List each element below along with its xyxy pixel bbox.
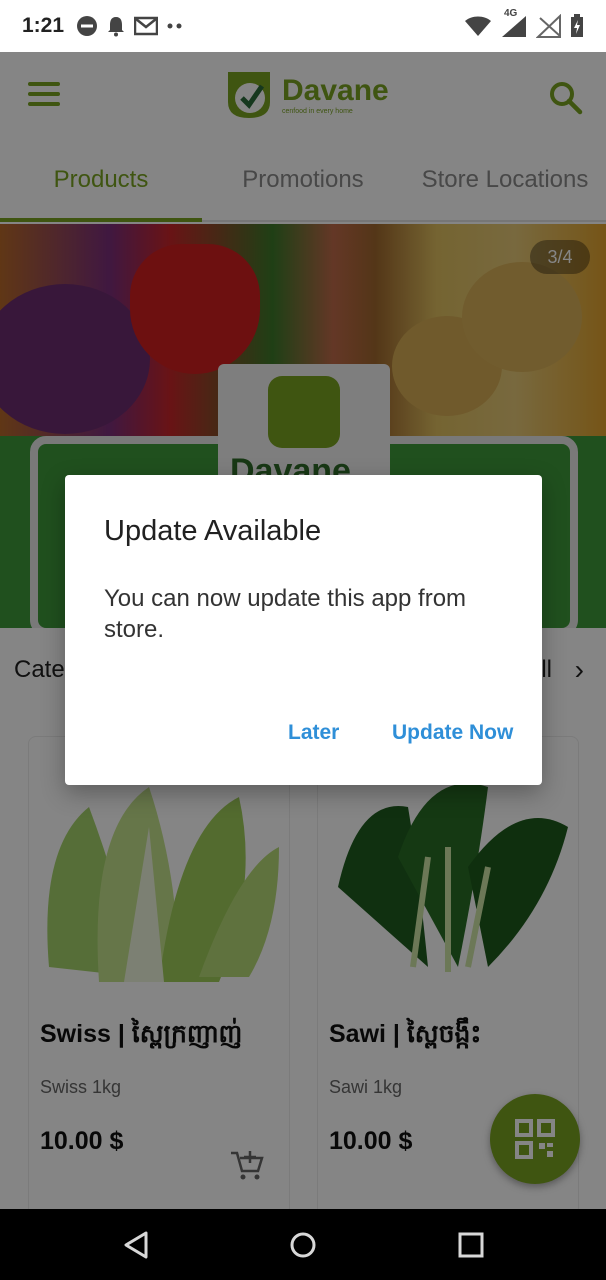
back-icon[interactable]	[120, 1229, 152, 1261]
status-left-icons	[76, 15, 184, 37]
more-notifications-icon	[167, 23, 182, 29]
update-dialog: Update Available You can now update this…	[65, 475, 542, 785]
dialog-message: You can now update this app from store.	[104, 585, 467, 643]
cell-signal-4g: 4G	[500, 8, 528, 38]
status-bar: 1:21 4G	[0, 0, 606, 52]
no-sim-signal-icon	[536, 14, 561, 38]
system-nav-bar	[0, 1209, 606, 1280]
status-right-icons: 4G	[464, 8, 584, 38]
later-button[interactable]: Later	[288, 721, 339, 745]
do-not-disturb-icon	[77, 16, 98, 36]
update-now-button[interactable]: Update Now	[392, 721, 513, 745]
recents-icon[interactable]	[455, 1229, 487, 1261]
gmail-icon	[134, 16, 159, 36]
battery-charging-icon	[571, 14, 583, 37]
wifi-icon	[465, 16, 491, 36]
notification-bell-icon	[108, 17, 125, 37]
home-icon[interactable]	[287, 1229, 319, 1261]
dialog-title: Update Available	[104, 515, 322, 547]
status-time: 1:21	[22, 14, 65, 37]
cell-signal-icon	[502, 16, 526, 37]
